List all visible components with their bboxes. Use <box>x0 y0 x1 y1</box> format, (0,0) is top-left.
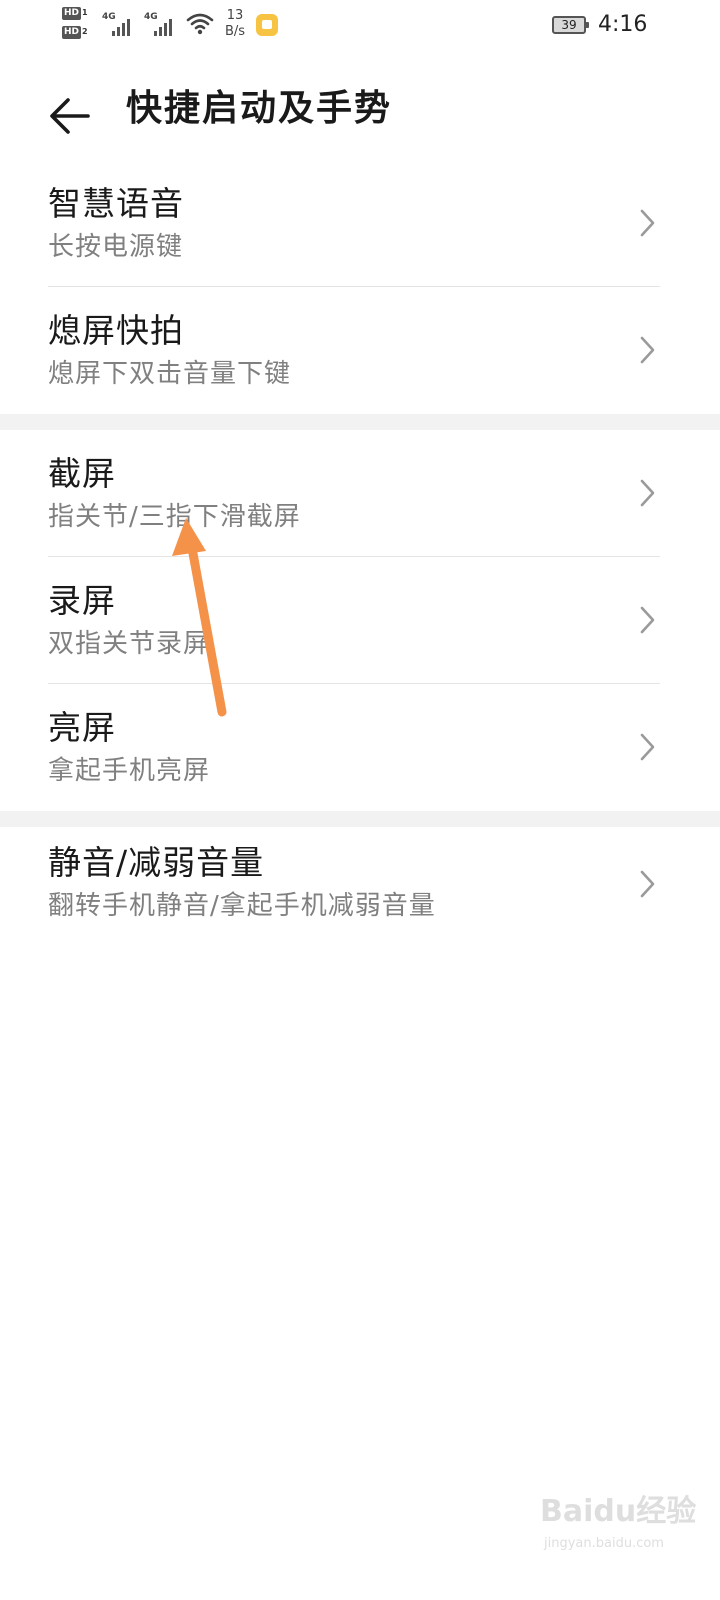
status-bar: HD 1 HD 2 4G 4G 13 B/s 39 4:16 <box>0 0 720 56</box>
settings-group-1: 智慧语音 长按电源键 熄屏快拍 熄屏下双击音量下键 <box>0 160 720 414</box>
setting-item-title: 智慧语音 <box>48 184 184 223</box>
setting-item-screen-record[interactable]: 录屏 双指关节录屏 <box>0 557 720 684</box>
setting-item-screen-off-snapshot[interactable]: 熄屏快拍 熄屏下双击音量下键 <box>0 287 720 414</box>
network-speed: 13 B/s <box>224 8 246 39</box>
section-separator <box>0 811 720 827</box>
battery-level: 39 <box>561 18 577 32</box>
setting-item-mute-reduce-volume[interactable]: 静音/减弱音量 翻转手机静音/拿起手机减弱音量 <box>0 827 720 954</box>
setting-item-wake-screen[interactable]: 亮屏 拿起手机亮屏 <box>0 684 720 811</box>
sim2-hd-badge: HD 2 <box>62 26 88 39</box>
watermark-url: jingyan.baidu.com <box>544 1536 664 1551</box>
setting-item-title: 熄屏快拍 <box>48 311 184 350</box>
setting-item-title: 亮屏 <box>48 708 116 747</box>
status-time: 4:16 <box>598 12 648 37</box>
setting-item-subtitle: 长按电源键 <box>48 232 184 262</box>
chevron-right-icon <box>640 606 655 634</box>
section-separator <box>0 414 720 430</box>
setting-item-subtitle: 拿起手机亮屏 <box>48 756 211 786</box>
settings-group-2: 截屏 指关节/三指下滑截屏 录屏 双指关节录屏 亮屏 拿起手机亮屏 <box>0 430 720 811</box>
setting-item-screenshot[interactable]: 截屏 指关节/三指下滑截屏 <box>0 430 720 557</box>
page-title: 快捷启动及手势 <box>126 88 393 129</box>
back-button[interactable] <box>40 80 100 140</box>
back-arrow-icon <box>50 98 90 134</box>
setting-item-subtitle: 指关节/三指下滑截屏 <box>48 502 301 532</box>
setting-item-title: 截屏 <box>48 454 116 493</box>
setting-item-subtitle: 熄屏下双击音量下键 <box>48 359 292 389</box>
sim-indicators: HD 1 HD 2 <box>62 6 96 44</box>
chevron-right-icon <box>640 733 655 761</box>
setting-item-title: 录屏 <box>48 581 116 620</box>
setting-item-title: 静音/减弱音量 <box>48 843 265 882</box>
chevron-right-icon <box>640 479 655 507</box>
sim2-signal-icon: 4G <box>144 12 172 38</box>
app-header: 快捷启动及手势 <box>0 70 720 150</box>
watermark-brand: Baidu经验 <box>540 1494 697 1529</box>
sim1-hd-badge: HD 1 <box>62 7 88 20</box>
settings-group-3: 静音/减弱音量 翻转手机静音/拿起手机减弱音量 <box>0 827 720 954</box>
wifi-icon <box>186 13 214 35</box>
setting-item-subtitle: 翻转手机静音/拿起手机减弱音量 <box>48 891 436 921</box>
baidu-watermark-logo: Baidu经验 jingyan.baidu.com <box>540 1492 700 1572</box>
app-notification-icon <box>256 14 278 36</box>
setting-item-smart-voice[interactable]: 智慧语音 长按电源键 <box>0 160 720 287</box>
chevron-right-icon <box>640 870 655 898</box>
setting-item-subtitle: 双指关节录屏 <box>48 629 211 659</box>
sim1-signal-icon: 4G <box>102 12 130 38</box>
chevron-right-icon <box>640 209 655 237</box>
chevron-right-icon <box>640 336 655 364</box>
battery-icon: 39 <box>552 16 589 34</box>
